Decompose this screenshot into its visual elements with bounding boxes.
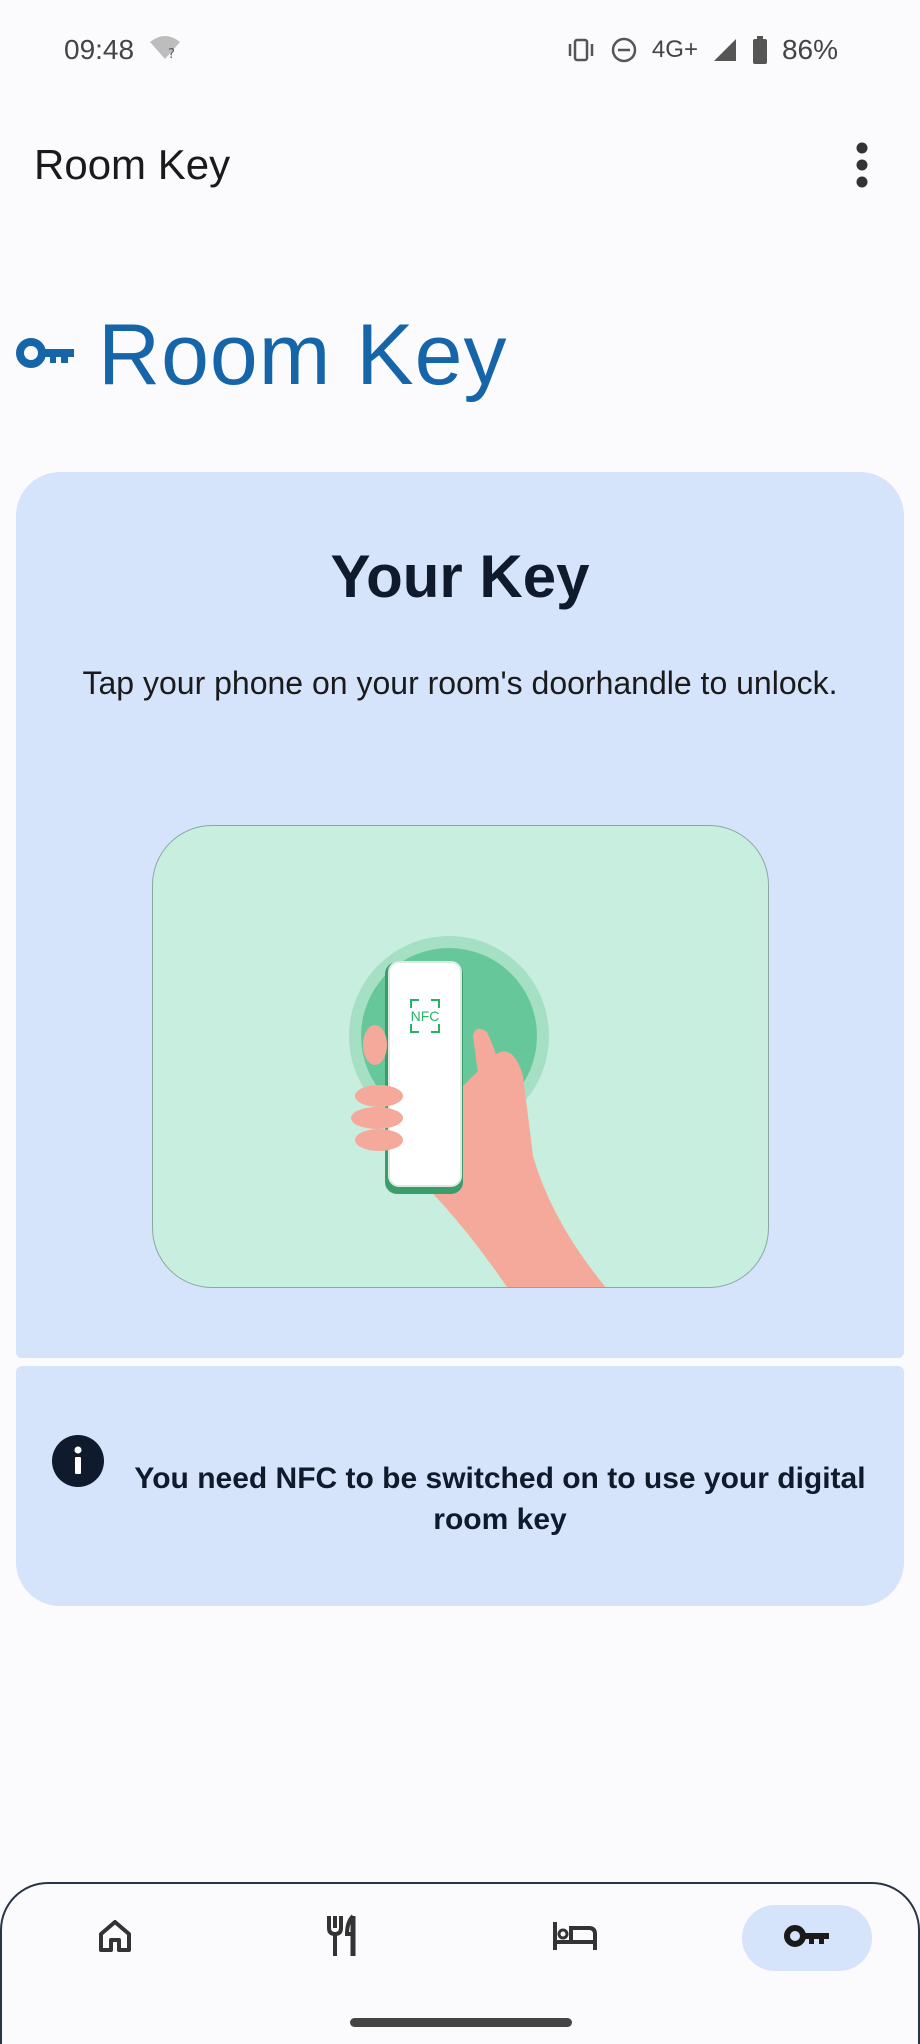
key-card-title: Your Key [330, 543, 590, 610]
nav-room-key-button[interactable] [742, 1905, 872, 1971]
home-indicator[interactable] [350, 2018, 572, 2027]
finger-3 [355, 1129, 403, 1151]
info-icon [52, 1435, 104, 1487]
svg-text:?: ? [168, 47, 175, 61]
nav-home-button[interactable] [50, 1905, 180, 1971]
finger-1 [355, 1085, 403, 1107]
nfc-requirement-message: You need NFC to be switched on to use yo… [134, 1462, 866, 1536]
do-not-disturb-icon [610, 36, 638, 64]
status-right: 4G+ 86% [566, 34, 838, 66]
status-bar: 09:48 ? 4G+ 86% [0, 0, 920, 100]
page-heading: Room Key [16, 300, 508, 410]
vibrate-icon [566, 37, 596, 63]
nfc-label: NFC [411, 1008, 440, 1024]
app-bar-title: Room Key [34, 141, 231, 188]
battery-icon [752, 36, 768, 64]
network-type: 4G+ [651, 36, 698, 63]
restaurant-icon [323, 1914, 363, 1963]
bed-icon [551, 1918, 599, 1959]
nav-dining-button[interactable] [278, 1905, 408, 1971]
status-time: 09:48 [64, 34, 135, 65]
more-vert-icon[interactable] [832, 135, 892, 195]
key-card-description: Tap your phone on your room's doorhandle… [82, 665, 838, 701]
battery-level: 86% [781, 34, 838, 65]
nfc-illustration: NFC [152, 825, 769, 1288]
wifi-unknown-icon: ? [148, 33, 182, 68]
phone-body [388, 961, 462, 1187]
signal-icon [712, 37, 738, 63]
key-icon [16, 336, 76, 375]
page-title: Room Key [98, 306, 508, 403]
status-left: 09:48 ? [64, 33, 182, 68]
finger-2 [351, 1107, 403, 1129]
app-bar: Room Key [0, 110, 920, 220]
nav-room-button[interactable] [510, 1905, 640, 1971]
finger-4 [363, 1025, 387, 1065]
home-icon [95, 1916, 135, 1961]
key-icon [784, 1923, 830, 1954]
